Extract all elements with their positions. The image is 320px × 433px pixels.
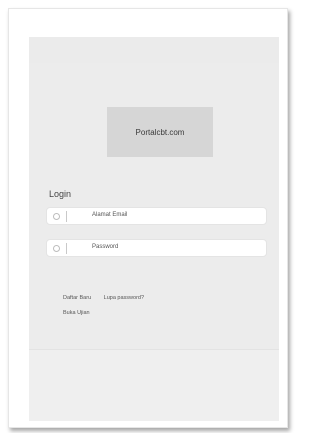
login-heading: Login — [49, 189, 72, 199]
email-placeholder: Alamat Email — [92, 212, 128, 218]
auth-links: Daftar Baru Lupa password? Buka Ujian — [63, 295, 155, 316]
email-icon — [53, 213, 60, 220]
password-placeholder: Password — [92, 244, 119, 250]
top-bar — [29, 37, 279, 64]
field-divider — [66, 243, 67, 254]
brand-logo-text: Portalcbt.com — [135, 127, 185, 137]
email-field[interactable]: Alamat Email — [46, 207, 267, 225]
brand-logo: Portalcbt.com — [107, 107, 213, 157]
field-divider — [66, 211, 67, 222]
password-field[interactable]: Password — [46, 239, 267, 257]
register-link[interactable]: Daftar Baru — [63, 295, 91, 301]
password-icon — [53, 245, 60, 252]
app-screen: Portalcbt.com Login Alamat Email Passwor… — [29, 37, 279, 421]
mockup-frame: Portalcbt.com Login Alamat Email Passwor… — [8, 8, 288, 428]
open-exam-link[interactable]: Buka Ujian — [63, 310, 90, 316]
login-card: Portalcbt.com Login Alamat Email Passwor… — [29, 63, 279, 350]
forgot-password-link[interactable]: Lupa password? — [104, 295, 144, 301]
